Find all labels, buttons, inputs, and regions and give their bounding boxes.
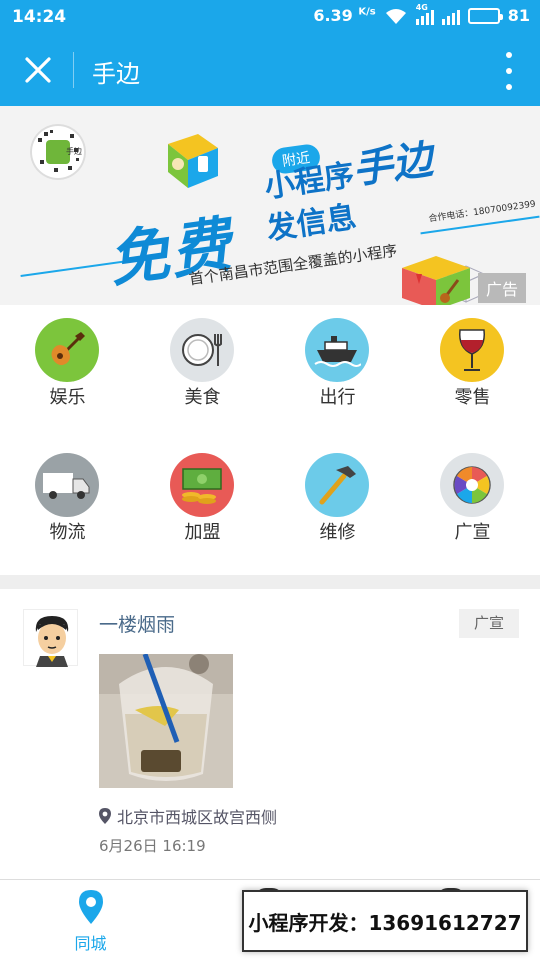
category-logistics[interactable]: 物流 xyxy=(0,440,135,575)
title-bar: 手边 xyxy=(0,34,540,106)
cube-phone-icon xyxy=(168,134,218,188)
category-food[interactable]: 美食 xyxy=(135,305,270,440)
guitar-icon xyxy=(51,332,85,366)
category-travel[interactable]: 出行 xyxy=(270,305,405,440)
category-label: 加盟 xyxy=(184,522,221,543)
plate-icon xyxy=(182,334,222,366)
category-franchise[interactable]: 加盟 xyxy=(135,440,270,575)
title-separator xyxy=(73,52,74,88)
promo-overlay: 小程序开发：13691612727 xyxy=(242,890,528,952)
section-divider xyxy=(0,575,540,589)
category-circle xyxy=(440,318,504,382)
banner-brand: 手边 xyxy=(349,136,436,194)
wifi-icon xyxy=(385,8,406,24)
category-advertising[interactable]: 广宣 xyxy=(405,440,540,575)
category-label: 维修 xyxy=(319,522,356,543)
status-time: 14:24 xyxy=(12,7,67,27)
post-photo[interactable] xyxy=(99,654,233,788)
truck-icon xyxy=(43,473,90,499)
qr-code: 手边 xyxy=(30,124,86,180)
status-indicators: 6.39 K/s 4G 81 xyxy=(313,3,530,26)
post-time: 6月26日 16:19 xyxy=(99,837,206,855)
category-circle xyxy=(35,453,99,517)
cellular-signal-2-icon xyxy=(441,7,460,25)
tab-local[interactable]: 同城 xyxy=(23,880,158,960)
post-location-text: 北京市西城区故宫西侧 xyxy=(117,808,278,827)
qr-label: 手边 xyxy=(66,147,82,156)
close-icon[interactable] xyxy=(18,50,58,90)
category-circle xyxy=(440,453,504,517)
category-circle xyxy=(305,453,369,517)
wine-glass-icon xyxy=(459,329,485,371)
post-location[interactable]: 北京市西城区故宫西侧 xyxy=(99,804,277,828)
category-grid: 娱乐 美食 出行 零售 物流 加盟 维修 广宣 xyxy=(0,305,540,575)
hammer-icon xyxy=(319,466,356,505)
category-label: 出行 xyxy=(319,387,356,408)
money-icon xyxy=(182,468,222,504)
page-title: 手边 xyxy=(92,60,140,88)
category-repair[interactable]: 维修 xyxy=(270,440,405,575)
post-category-badge: 广宣 xyxy=(459,609,519,638)
category-circle xyxy=(35,318,99,382)
location-pin-icon xyxy=(78,890,103,924)
category-circle xyxy=(305,318,369,382)
category-label: 物流 xyxy=(49,522,86,543)
network-speed: 6.39 K/s xyxy=(313,6,376,25)
post-card[interactable]: 一楼烟雨 广宣 北京市西城区故宫西侧 6月26日 16:19 xyxy=(0,589,540,879)
battery-percent: 81 xyxy=(507,6,530,25)
post-username[interactable]: 一楼烟雨 xyxy=(99,610,175,637)
category-label: 美食 xyxy=(184,387,221,408)
aperture-icon xyxy=(453,466,491,504)
category-label: 娱乐 xyxy=(49,387,86,408)
category-label: 广宣 xyxy=(454,522,491,543)
avatar[interactable] xyxy=(23,609,78,667)
ad-badge: 广告 xyxy=(477,273,526,303)
tab-local-label: 同城 xyxy=(74,934,107,953)
location-pin-icon xyxy=(99,808,111,824)
battery-icon xyxy=(467,7,503,24)
category-retail[interactable]: 零售 xyxy=(405,305,540,440)
category-circle xyxy=(170,453,234,517)
category-label: 零售 xyxy=(454,387,491,408)
cellular-signal-icon: 4G xyxy=(415,3,434,25)
status-bar: 14:24 6.39 K/s 4G 81 xyxy=(0,0,540,34)
cube-guitar-icon xyxy=(402,256,470,305)
more-menu-icon[interactable] xyxy=(502,52,516,90)
category-entertainment[interactable]: 娱乐 xyxy=(0,305,135,440)
ad-banner[interactable]: 手边 附近 小程序 手边 发信息 免费 首个南昌市范围全覆盖的小程序 合作电话：… xyxy=(0,106,540,305)
category-circle xyxy=(170,318,234,382)
ship-icon xyxy=(314,336,361,367)
